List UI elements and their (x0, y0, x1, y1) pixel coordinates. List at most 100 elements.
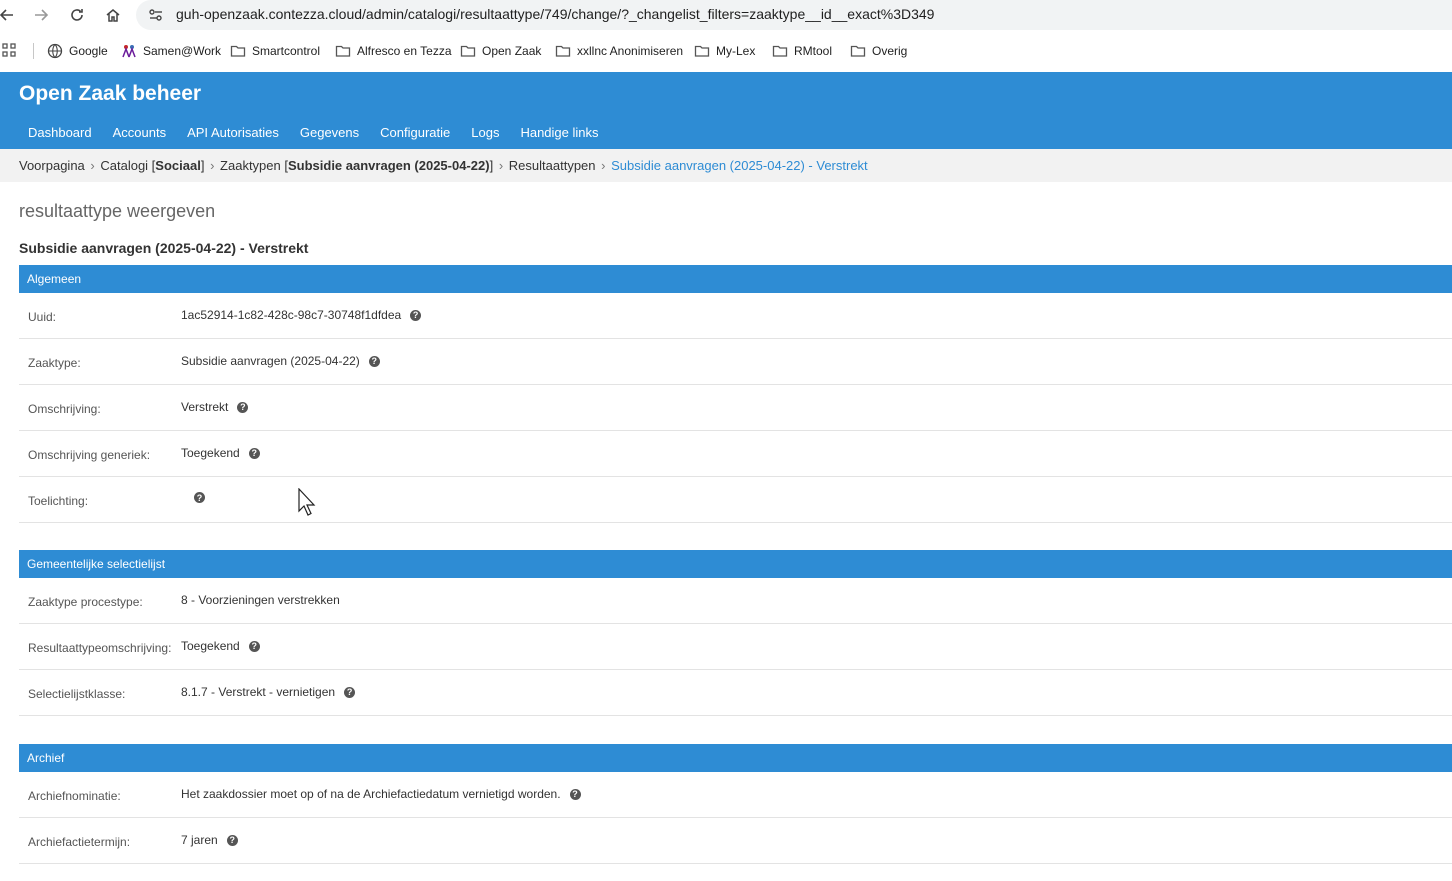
field-label: Omschrijving generiek: (28, 448, 151, 462)
fieldset-title: Algemeen (27, 272, 82, 286)
fieldset-archief-header: Archief (19, 744, 1452, 772)
bookmark-rmtool[interactable]: RMtool (772, 41, 832, 61)
field-label: Omschrijving: (28, 402, 101, 416)
field-row-zaaktype-procestype: Zaaktype procestype: 8 - Voorzieningen v… (19, 578, 1452, 624)
breadcrumb-catalogi-prefix: Catalogi [ (100, 158, 156, 173)
nav-configuratie[interactable]: Configuratie (380, 125, 450, 140)
field-value: Toegekend? (181, 446, 260, 460)
fieldset-selectielijst-header: Gemeentelijke selectielijst (19, 550, 1452, 578)
fieldset-title: Gemeentelijke selectielijst (27, 557, 166, 571)
field-row-selectielijstklasse: Selectielijstklasse: 8.1.7 - Verstrekt -… (19, 670, 1452, 716)
field-row-toelichting: Toelichting: ? (19, 477, 1452, 523)
field-row-archiefnominatie: Archiefnominatie: Het zaakdossier moet o… (19, 772, 1452, 818)
breadcrumb-zaaktypen[interactable]: Zaaktypen [Subsidie aanvragen (2025-04-2… (220, 158, 493, 173)
bookmark-xxllnc[interactable]: xxllnc Anonimiseren (555, 41, 683, 61)
bookmark-overig[interactable]: Overig (850, 41, 907, 61)
breadcrumb-catalogi-suffix: ] (200, 158, 205, 173)
fieldset-title: Archief (27, 751, 65, 765)
field-value: Toegekend? (181, 639, 260, 653)
back-icon[interactable] (0, 4, 18, 26)
nav-gegevens[interactable]: Gegevens (300, 125, 359, 140)
field-value-text: Verstrekt (181, 400, 229, 414)
breadcrumb-home[interactable]: Voorpagina (19, 158, 85, 173)
field-row-omschrijving-generiek: Omschrijving generiek: Toegekend? (19, 431, 1452, 477)
site-settings-icon[interactable] (148, 7, 164, 23)
help-icon[interactable]: ? (237, 401, 249, 413)
bookmark-my-lex[interactable]: My-Lex (694, 41, 755, 61)
field-row-uuid: Uuid: 1ac52914-1c82-428c-98c7-30748f1dfd… (19, 293, 1452, 339)
site-branding[interactable]: Open Zaak beheer (19, 82, 201, 106)
help-icon[interactable]: ? (248, 640, 260, 652)
field-value-text: 8.1.7 - Verstrekt - vernietigen (181, 685, 336, 699)
folder-icon (555, 45, 571, 57)
page-title: resultaattype weergeven (19, 201, 216, 221)
help-icon[interactable]: ? (410, 309, 422, 321)
field-value-text: Het zaakdossier moet op of na de Archief… (181, 787, 561, 801)
field-value-text: 1ac52914-1c82-428c-98c7-30748f1dfdea (181, 308, 402, 322)
field-label: Zaaktype procestype: (28, 595, 143, 609)
field-value-text: 8 - Voorzieningen verstrekken (181, 593, 340, 607)
nav-api-autorisaties[interactable]: API Autorisaties (187, 125, 279, 140)
field-row-resultaattypeomschrijving: Resultaattypeomschrijving: Toegekend? (19, 624, 1452, 670)
breadcrumb-separator: › (90, 158, 95, 173)
folder-icon (694, 45, 710, 57)
home-icon[interactable] (102, 4, 124, 26)
bookmark-samen-at-work[interactable]: Samen@Work (121, 41, 221, 61)
field-label: Uuid: (28, 310, 57, 324)
help-icon[interactable]: ? (194, 492, 205, 503)
breadcrumb-separator: › (210, 158, 215, 173)
nav-handige-links[interactable]: Handige links (520, 125, 598, 140)
reload-icon[interactable] (66, 4, 88, 26)
field-value-text: Subsidie aanvragen (2025-04-22) (181, 354, 360, 368)
browser-toolbar: guh-openzaak.contezza.cloud/admin/catalo… (0, 0, 1452, 30)
bookmark-divider (33, 43, 34, 59)
nav-logs[interactable]: Logs (471, 125, 499, 140)
breadcrumb-zaaktypen-prefix: Zaaktypen [ (220, 158, 288, 173)
field-value-text: 7 jaren (181, 833, 218, 847)
field-row-archiefactietermijn: Archiefactietermijn: 7 jaren? (19, 818, 1452, 864)
field-value: 7 jaren? (181, 833, 238, 847)
folder-icon (772, 45, 788, 57)
field-value: Verstrekt? (181, 400, 249, 414)
folder-icon (850, 45, 866, 57)
field-value: Subsidie aanvragen (2025-04-22)? (181, 354, 380, 368)
bookmark-google[interactable]: Google (47, 41, 108, 61)
help-icon[interactable]: ? (248, 447, 260, 459)
help-icon[interactable]: ? (368, 355, 380, 367)
mouse-cursor-icon (298, 487, 318, 516)
people-icon (122, 45, 136, 58)
nav-dashboard[interactable]: Dashboard (28, 125, 92, 140)
field-row-omschrijving: Omschrijving: Verstrekt? (19, 385, 1452, 431)
nav-accounts[interactable]: Accounts (113, 125, 166, 140)
breadcrumb-current: Subsidie aanvragen (2025-04-22) - Verstr… (611, 158, 868, 173)
field-value: Het zaakdossier moet op of na de Archief… (181, 787, 581, 801)
address-bar[interactable]: guh-openzaak.contezza.cloud/admin/catalo… (136, 0, 1452, 30)
breadcrumb: Voorpagina › Catalogi [Sociaal] › Zaakty… (0, 149, 1452, 182)
help-icon[interactable]: ? (569, 788, 581, 800)
breadcrumb-catalogi-name: Sociaal (155, 158, 201, 173)
globe-icon (47, 43, 63, 59)
field-label: Archiefactietermijn: (28, 835, 131, 849)
field-value: 8 - Voorzieningen verstrekken (181, 593, 340, 607)
bookmark-open-zaak[interactable]: Open Zaak (460, 41, 541, 61)
field-label: Archiefnominatie: (28, 789, 121, 803)
bookmark-alfresco-en-tezza[interactable]: Alfresco en Tezza (335, 41, 452, 61)
main-nav: Dashboard Accounts API Autorisaties Gege… (28, 125, 620, 140)
breadcrumb-separator: › (601, 158, 606, 173)
breadcrumb-zaaktypen-suffix: ] (489, 158, 494, 173)
bookmark-smartcontrol[interactable]: Smartcontrol (230, 41, 320, 61)
field-row-zaaktype: Zaaktype: Subsidie aanvragen (2025-04-22… (19, 339, 1452, 385)
forward-icon[interactable] (30, 4, 52, 26)
breadcrumb-catalogi[interactable]: Catalogi [Sociaal] (100, 158, 204, 173)
field-value: 8.1.7 - Verstrekt - vernietigen? (181, 685, 356, 699)
field-value-text: Toegekend (181, 639, 240, 653)
folder-icon (335, 45, 351, 57)
field-value: ? (185, 492, 205, 503)
help-icon[interactable]: ? (226, 834, 238, 846)
field-label: Toelichting: (28, 494, 89, 508)
url-text: guh-openzaak.contezza.cloud/admin/catalo… (176, 6, 935, 22)
help-icon[interactable]: ? (344, 686, 356, 698)
breadcrumb-resultaattypen[interactable]: Resultaattypen (509, 158, 596, 173)
apps-grid-icon[interactable] (2, 43, 16, 57)
folder-icon (230, 45, 246, 57)
